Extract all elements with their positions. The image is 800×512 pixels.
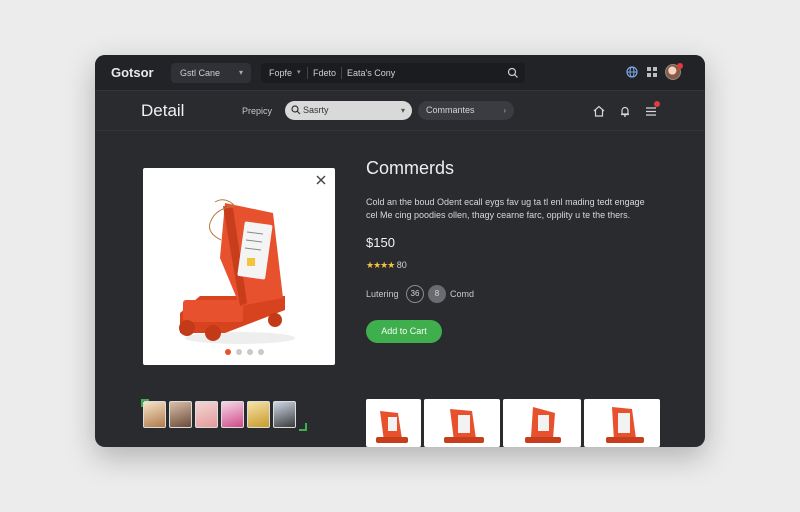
thumbnail-strip <box>143 401 303 429</box>
chevron-right-icon: › <box>503 106 506 115</box>
comments-dropdown[interactable]: Commantes › <box>418 101 514 120</box>
thumbnail-item[interactable] <box>169 401 192 428</box>
filter-label: Prepicy <box>242 106 273 116</box>
search-segment-1: Fopfe <box>269 68 293 78</box>
product-title: Commerds <box>366 158 455 178</box>
search-segment-3: Eata's Cony <box>347 68 396 78</box>
page-header: Detail Prepicy Sasrty ▾ Commantes › <box>95 91 705 131</box>
related-image-item[interactable] <box>584 399 660 447</box>
thumbnail-item[interactable] <box>143 401 166 428</box>
product-price: $150 <box>366 235 395 250</box>
app-window: Gotsor Gstl Cane ▾ Fopfe ▾ Fdeto Eata's … <box>95 55 705 447</box>
related-images <box>366 399 662 447</box>
add-to-cart-button[interactable]: Add to Cart <box>366 320 442 343</box>
notification-badge <box>677 63 683 69</box>
thumbnail-item[interactable] <box>273 401 296 428</box>
top-icons <box>625 63 685 81</box>
grid-icon[interactable] <box>645 65 659 79</box>
selection-bracket <box>299 423 307 431</box>
rating-count: 80 <box>396 260 407 270</box>
filter-search-input[interactable]: Sasrty ▾ <box>285 101 412 120</box>
bell-icon[interactable] <box>618 104 632 118</box>
related-image-item[interactable] <box>366 399 421 447</box>
page-title: Detail <box>141 101 185 120</box>
chevron-down-icon: ▾ <box>400 106 405 115</box>
quantity-label: Lutering <box>366 289 399 299</box>
product-image <box>179 199 295 344</box>
close-icon[interactable] <box>315 174 327 186</box>
search-segment-2: Fdeto <box>313 68 337 78</box>
home-icon[interactable] <box>592 104 606 118</box>
top-bar: Gotsor Gstl Cane ▾ Fopfe ▾ Fdeto Eata's … <box>95 55 705 91</box>
global-search-input[interactable]: Fopfe ▾ Fdeto Eata's Cony <box>261 63 525 83</box>
product-description: Cold an the boud Odent ecall eygs fav ug… <box>366 196 666 222</box>
divider <box>341 67 342 79</box>
related-image-item[interactable] <box>503 399 581 447</box>
chevron-down-icon: ▾ <box>238 68 243 77</box>
thumbnail-item[interactable] <box>247 401 270 428</box>
unit-stepper[interactable]: 8 <box>428 285 446 303</box>
chevron-down-icon: ▾ <box>297 69 301 76</box>
comments-label: Commantes <box>426 105 475 115</box>
star-icon: ★★★★ <box>366 260 395 270</box>
carousel-dot-3[interactable] <box>247 349 253 355</box>
filter-search-value: Sasrty <box>303 105 329 115</box>
thumbnail-item[interactable] <box>221 401 244 428</box>
description-line-2: cel Me cing poodies ollen, thagy cearne … <box>366 210 631 220</box>
carousel-dot-4[interactable] <box>258 349 264 355</box>
search-icon[interactable] <box>507 67 519 79</box>
related-image-item[interactable] <box>424 399 500 447</box>
category-select-value: Gstl Cane <box>180 68 221 78</box>
carousel-dot-2[interactable] <box>236 349 242 355</box>
description-line-1: Cold an the boud Odent ecall eygs fav ug… <box>366 197 645 207</box>
divider <box>307 67 308 79</box>
search-icon <box>291 105 301 115</box>
category-select[interactable]: Gstl Cane ▾ <box>171 63 251 83</box>
thumbnail-item[interactable] <box>195 401 218 428</box>
globe-icon[interactable] <box>625 65 639 79</box>
product-image-card[interactable] <box>143 168 335 365</box>
product-rating: ★★★★ 80 <box>366 260 407 271</box>
quantity-stepper[interactable]: 36 <box>406 285 424 303</box>
notification-badge <box>654 101 660 107</box>
brand-logo[interactable]: Gotsor <box>111 65 154 80</box>
carousel-dot-1[interactable] <box>225 349 231 355</box>
unit-label: Comd <box>450 289 475 299</box>
